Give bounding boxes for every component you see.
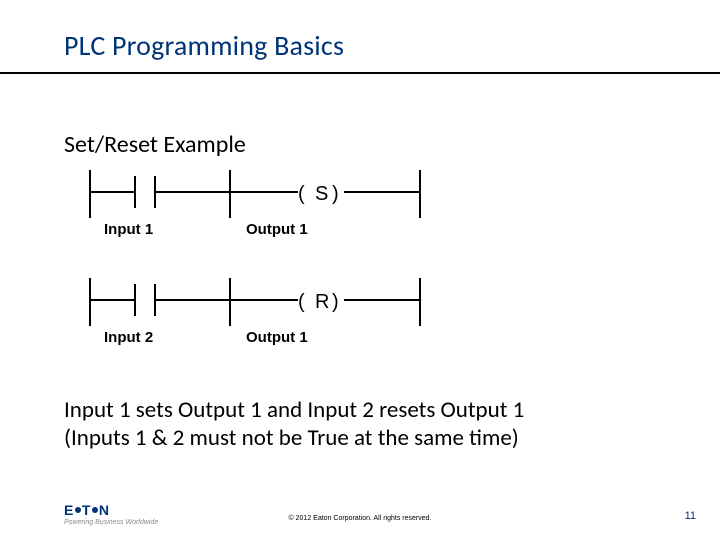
coil-close-paren-2: ) — [332, 291, 339, 313]
rung-1: ( S ) Input 1 Output 1 — [90, 170, 420, 238]
slide: PLC Programming Basics Set/Reset Example… — [0, 0, 720, 540]
body-line-2: (Inputs 1 & 2 must not be True at the sa… — [64, 424, 656, 452]
coil-letter-1: S — [315, 183, 328, 205]
logo-dot-icon — [75, 507, 81, 513]
title-wrap: PLC Programming Basics — [0, 0, 720, 69]
subtitle: Set/Reset Example — [64, 130, 246, 159]
input-label-2: Input 2 — [104, 329, 153, 346]
body-text: Input 1 sets Output 1 and Input 2 resets… — [64, 396, 656, 452]
ladder-svg: ( S ) Input 1 Output 1 ( R ) — [80, 170, 440, 370]
ladder-diagram: ( S ) Input 1 Output 1 ( R ) — [80, 170, 440, 370]
rung-2: ( R ) Input 2 Output 1 — [90, 278, 420, 346]
coil-letter-2: R — [315, 291, 329, 313]
output-label-1: Output 1 — [246, 221, 308, 238]
page-title: PLC Programming Basics — [64, 28, 720, 63]
brand-logo: ETN Powering Business Worldwide — [64, 502, 158, 526]
page-number: 11 — [685, 510, 696, 522]
input-label-1: Input 1 — [104, 221, 153, 238]
body-line-1: Input 1 sets Output 1 and Input 2 resets… — [64, 396, 656, 424]
output-label-2: Output 1 — [246, 329, 308, 346]
copyright-text: © 2012 Eaton Corporation. All rights res… — [0, 515, 720, 522]
coil-open-paren-1: ( — [298, 183, 305, 205]
coil-open-paren-2: ( — [298, 291, 305, 313]
logo-dot-icon — [92, 507, 98, 513]
title-rule — [0, 72, 720, 74]
coil-close-paren-1: ) — [332, 183, 339, 205]
